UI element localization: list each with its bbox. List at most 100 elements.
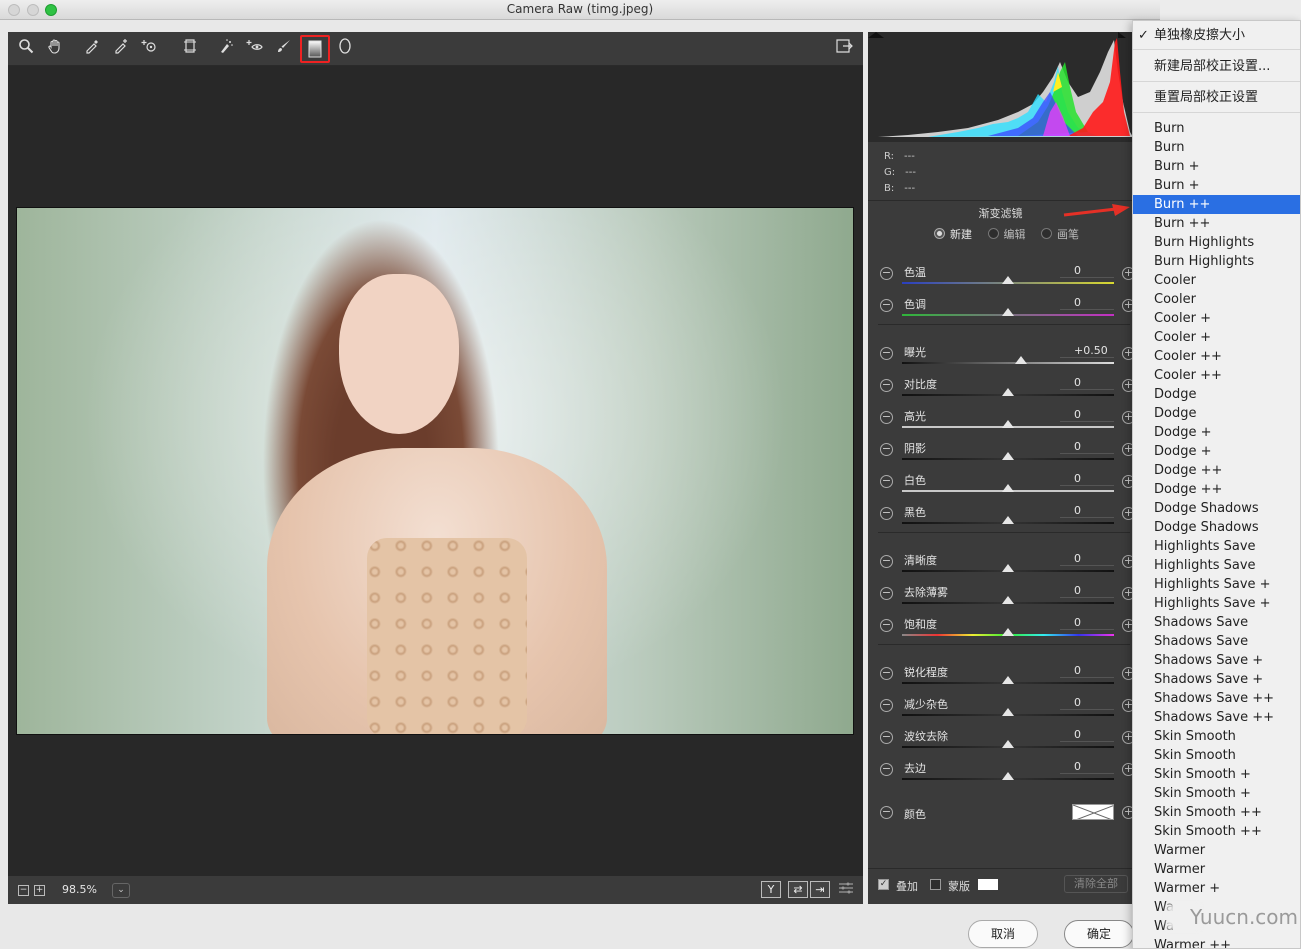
menu-item[interactable]: 重置局部校正设置	[1133, 88, 1300, 107]
mode-new[interactable]: 新建	[934, 226, 972, 242]
slider-value-field[interactable]: 0	[1060, 616, 1114, 630]
zoom-icon[interactable]	[14, 37, 38, 61]
preset-menu-item[interactable]: Shadows Save	[1133, 613, 1300, 632]
color-sampler-icon[interactable]	[109, 37, 133, 61]
preset-menu-item[interactable]: Highlights Save +	[1133, 594, 1300, 613]
preset-menu-item[interactable]: Warmer	[1133, 841, 1300, 860]
graduated-filter-icon[interactable]	[300, 35, 330, 63]
slider-decrease-button[interactable]: −	[880, 587, 893, 600]
preset-menu-item[interactable]: Burn +	[1133, 176, 1300, 195]
slider-value-field[interactable]: 0	[1060, 376, 1114, 390]
preset-menu-item[interactable]: Highlights Save	[1133, 537, 1300, 556]
slider-thumb[interactable]	[1002, 708, 1014, 716]
transform-icon[interactable]	[178, 37, 202, 61]
preset-menu-item[interactable]: Shadows Save ++	[1133, 708, 1300, 727]
spot-removal-icon[interactable]	[214, 37, 238, 61]
slider-thumb[interactable]	[1002, 676, 1014, 684]
preset-menu-item[interactable]: Dodge Shadows	[1133, 499, 1300, 518]
copy-settings-button[interactable]: ⇥	[810, 881, 830, 898]
preset-menu-item[interactable]: Highlights Save	[1133, 556, 1300, 575]
zoom-out-button[interactable]: −	[18, 885, 29, 896]
mode-brush[interactable]: 画笔	[1041, 226, 1079, 242]
slider-decrease-button[interactable]: −	[880, 443, 893, 456]
preset-menu-item[interactable]: Cooler ++	[1133, 366, 1300, 385]
targeted-adjustment-icon[interactable]	[138, 37, 162, 61]
slider-thumb[interactable]	[1002, 452, 1014, 460]
slider-decrease-button[interactable]: −	[880, 347, 893, 360]
red-eye-icon[interactable]	[243, 37, 267, 61]
swap-settings-button[interactable]: ⇄	[788, 881, 808, 898]
preset-menu-item[interactable]: Skin Smooth	[1133, 746, 1300, 765]
slider-value-field[interactable]: 0	[1060, 584, 1114, 598]
color-decrease-button[interactable]: −	[880, 806, 893, 819]
slider-thumb[interactable]	[1002, 276, 1014, 284]
slider-decrease-button[interactable]: −	[880, 379, 893, 392]
slider-thumb[interactable]	[1002, 308, 1014, 316]
preset-menu-item[interactable]: Burn	[1133, 119, 1300, 138]
preset-menu-item[interactable]: Burn	[1133, 138, 1300, 157]
preset-menu-item[interactable]: Cooler +	[1133, 328, 1300, 347]
preset-menu-item[interactable]: Warmer ++	[1133, 936, 1300, 948]
menu-item[interactable]: ✓ 单独橡皮擦大小	[1133, 26, 1300, 45]
preset-menu-item[interactable]: Dodge +	[1133, 423, 1300, 442]
preset-menu-item[interactable]: Skin Smooth ++	[1133, 822, 1300, 841]
hand-icon[interactable]	[43, 37, 67, 61]
radial-filter-icon[interactable]	[333, 37, 357, 61]
slider-value-field[interactable]: 0	[1060, 296, 1114, 310]
mode-edit[interactable]: 编辑	[987, 226, 1026, 242]
preset-menu-item[interactable]: Dodge	[1133, 385, 1300, 404]
before-after-view-button[interactable]: Y	[761, 881, 781, 898]
overlay-checkbox[interactable]: ✓	[878, 879, 889, 890]
radio-edit[interactable]	[987, 228, 999, 239]
photo-preview[interactable]	[16, 207, 854, 735]
slider-thumb[interactable]	[1002, 596, 1014, 604]
slider-thumb[interactable]	[1014, 356, 1027, 364]
preset-menu-item[interactable]: Shadows Save +	[1133, 651, 1300, 670]
zoom-dropdown[interactable]: ⌄	[112, 883, 130, 898]
slider-thumb[interactable]	[1002, 628, 1014, 636]
slider-thumb[interactable]	[1002, 772, 1014, 780]
slider-decrease-button[interactable]: −	[880, 699, 893, 712]
mask-checkbox[interactable]	[930, 879, 941, 890]
slider-decrease-button[interactable]: −	[880, 411, 893, 424]
radio-brush[interactable]	[1041, 228, 1052, 239]
toggle-fullscreen-icon[interactable]	[832, 37, 856, 61]
slider-decrease-button[interactable]: −	[880, 507, 893, 520]
preset-menu-item[interactable]: Burn Highlights	[1133, 252, 1300, 271]
preset-menu-item[interactable]: Skin Smooth	[1133, 727, 1300, 746]
slider-value-field[interactable]: 0	[1060, 728, 1114, 742]
slider-decrease-button[interactable]: −	[880, 555, 893, 568]
preset-menu-item[interactable]: Cooler ++	[1133, 347, 1300, 366]
slider-decrease-button[interactable]: −	[880, 267, 893, 280]
slider-value-field[interactable]: 0	[1060, 408, 1114, 422]
preset-menu-item[interactable]: Shadows Save	[1133, 632, 1300, 651]
slider-value-field[interactable]: 0	[1060, 472, 1114, 486]
preset-menu-item[interactable]: Dodge Shadows	[1133, 518, 1300, 537]
clear-all-button[interactable]: 清除全部	[1064, 875, 1128, 893]
slider-value-field[interactable]: 0	[1060, 664, 1114, 678]
preset-menu-item[interactable]: Burn ++	[1133, 214, 1300, 233]
slider-thumb[interactable]	[1002, 516, 1014, 524]
preset-menu-item[interactable]: Dodge ++	[1133, 461, 1300, 480]
preset-menu-item[interactable]: Dodge +	[1133, 442, 1300, 461]
color-swatch[interactable]	[1072, 804, 1114, 820]
preset-menu-item[interactable]: Warmer +	[1133, 879, 1300, 898]
preset-menu-item[interactable]: Burn +	[1133, 157, 1300, 176]
radio-new[interactable]	[934, 228, 945, 239]
preset-menu-item[interactable]: Skin Smooth +	[1133, 765, 1300, 784]
image-canvas[interactable]	[8, 66, 863, 876]
slider-decrease-button[interactable]: −	[880, 763, 893, 776]
slider-value-field[interactable]: 0	[1060, 696, 1114, 710]
preset-menu-item[interactable]: Shadows Save ++	[1133, 689, 1300, 708]
white-balance-icon[interactable]	[80, 37, 104, 61]
slider-thumb[interactable]	[1002, 388, 1014, 396]
slider-thumb[interactable]	[1002, 740, 1014, 748]
settings-toggle-icon[interactable]	[836, 878, 856, 902]
slider-decrease-button[interactable]: −	[880, 475, 893, 488]
preset-menu-item[interactable]: Shadows Save +	[1133, 670, 1300, 689]
preset-menu-item[interactable]: Warmer	[1133, 860, 1300, 879]
preset-menu-item[interactable]: Skin Smooth ++	[1133, 803, 1300, 822]
slider-value-field[interactable]: 0	[1060, 760, 1114, 774]
slider-value-field[interactable]: 0	[1060, 264, 1114, 278]
slider-thumb[interactable]	[1002, 420, 1014, 428]
